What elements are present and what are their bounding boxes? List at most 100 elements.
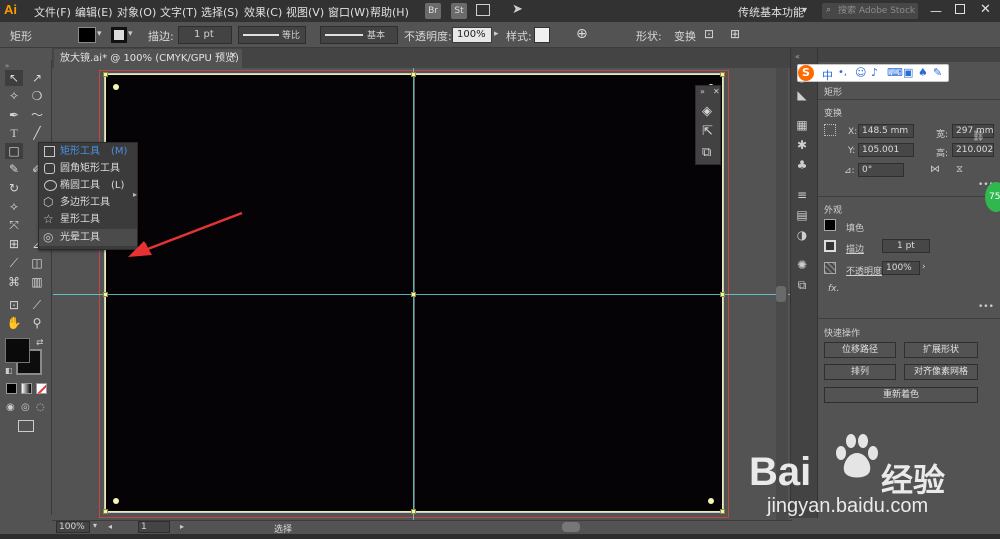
sogou-logo[interactable]: S [798,65,814,81]
offset-path-button[interactable]: 位移路径 [824,342,896,358]
menu-type[interactable]: 文字(T) [160,4,197,20]
menu-select[interactable]: 选择(S) [201,4,239,20]
corner-widget-bl[interactable] [113,498,119,504]
fill-dropdown-icon[interactable]: ▾ [97,29,102,39]
corner-widget-br[interactable] [708,498,714,504]
fill-swatch-panel[interactable] [824,219,836,231]
pen-tool-icon[interactable]: ✒ [5,107,23,123]
ime-punctuation[interactable]: •, [838,67,847,78]
minimize-icon[interactable]: — [930,4,942,18]
eyedropper-tool-icon[interactable]: ⟋ [5,255,23,271]
handle-middle-left[interactable] [103,292,108,297]
recolor-button[interactable]: 重新着色 [824,387,978,403]
menu-window[interactable]: 窗口(W) [328,4,369,20]
export-icon[interactable]: ⇱ [702,124,713,139]
flyout-item-rounded-rectangle[interactable]: 圆角矩形工具 [39,160,137,177]
draw-inside-icon[interactable]: ◌ [36,402,45,413]
slice-tool-icon[interactable]: ⟋ [28,297,46,313]
constrain-proportions-icon[interactable]: ⛓ [972,131,985,142]
zoom-tool-icon[interactable]: ⚲ [28,315,46,331]
next-artboard-icon[interactable]: ▸ [180,522,184,531]
voice-icon[interactable]: ♪ [871,66,878,79]
stroke-panel-icon[interactable]: ≡ [795,188,809,202]
ime-mode[interactable]: 中 [822,67,833,83]
stroke-weight-field[interactable]: 1 pt [178,26,232,44]
x-field[interactable]: 148.5 mm [858,124,914,138]
stroke-dropdown-icon[interactable]: ▾ [128,29,133,39]
align-icon[interactable]: ⊡ [704,27,714,41]
arrange-docs-icon[interactable] [476,4,490,16]
opacity-expand-icon[interactable]: › [922,262,926,272]
prev-artboard-icon[interactable]: ◂ [108,522,112,531]
recolor-icon[interactable]: ⊕ [576,26,588,42]
hand-tool-icon[interactable]: ✋ [5,315,23,331]
bridge-button[interactable]: Br [425,3,441,19]
appearance-icon[interactable]: ✺ [795,258,809,272]
flip-horizontal-icon[interactable]: ⋈ [930,164,940,175]
paintbrush-tool-icon[interactable]: ✎ [5,161,23,177]
handle-middle-right[interactable] [720,292,725,297]
gradient-mode-icon[interactable] [21,383,32,394]
stroke-swatch[interactable] [111,27,127,43]
toolbar-collapse-icon[interactable]: » [5,62,9,70]
swatches-icon[interactable]: ▦ [795,118,809,132]
emoji-icon[interactable]: ☺ [855,66,866,79]
floating-badge[interactable]: 75 [985,182,1000,212]
skin-icon[interactable]: ♠ [918,66,928,79]
curvature-tool-icon[interactable]: 〜 [28,107,46,123]
stroke-profile-select[interactable]: 等比 [238,26,306,44]
handle-bottom-right[interactable] [720,509,725,514]
default-colors-icon[interactable]: ◧ [5,366,13,375]
zoom-field[interactable]: 100% [56,521,90,533]
flyout-tearoff-icon[interactable]: ▸ [133,190,137,199]
symbol-sprayer-tool-icon[interactable]: ⌘ [5,274,23,290]
color-guide-icon[interactable]: ◣ [795,88,809,102]
handle-top-center[interactable] [411,72,416,77]
none-mode-icon[interactable] [36,383,47,394]
y-field[interactable]: 105.001 [858,143,914,157]
workspace-switcher[interactable]: 传统基本功能 [738,4,804,20]
layers-icon[interactable]: ◈ [702,104,712,119]
dock-collapse-icon[interactable]: « [795,52,800,61]
horizontal-guide[interactable] [53,294,790,295]
settings-icon[interactable]: ✎ [933,66,942,79]
selection-tool-icon[interactable]: ↖ [5,70,23,86]
arrange-button[interactable]: 排列 [824,364,896,380]
height-field[interactable]: 210.002 [952,143,994,157]
graphic-styles-icon[interactable]: ⧉ [795,278,809,292]
stroke-weight-panel-field[interactable]: 1 pt [882,239,930,253]
artboard-number-field[interactable]: 1 [138,521,170,533]
opacity-link[interactable]: 不透明度 [846,264,882,277]
menu-view[interactable]: 视图(V) [286,4,324,20]
symbols-icon[interactable]: ♣ [795,158,809,172]
align-pixel-grid-button[interactable]: 对齐像素网格 [904,364,978,380]
collapse-icon[interactable]: » [700,87,705,96]
angle-field[interactable]: 0° [858,163,904,177]
screen-mode-icon[interactable] [18,420,34,432]
flyout-item-ellipse[interactable]: 椭圆工具 (L) [39,177,137,194]
color-mode-icon[interactable] [6,383,17,394]
handle-bottom-center[interactable] [411,509,416,514]
corner-widget-tl[interactable] [113,84,119,90]
draw-behind-icon[interactable]: ◎ [21,402,30,413]
shape-builder-tool-icon[interactable]: ⊞ [5,236,23,252]
stroke-swatch-panel[interactable] [824,240,836,252]
zoom-dropdown-icon[interactable]: ▾ [93,521,97,530]
menu-object[interactable]: 对象(O) [117,4,156,20]
fill-color-box[interactable] [5,338,30,363]
reference-point-icon[interactable] [824,124,836,136]
handle-center[interactable] [411,292,416,297]
flip-vertical-icon[interactable]: ⧖ [956,164,963,175]
handle-bottom-left[interactable] [103,509,108,514]
menu-effect[interactable]: 效果(C) [244,4,282,20]
close-tab-icon[interactable]: × [229,50,237,61]
gradient-panel-icon[interactable]: ▤ [795,208,809,222]
appearance-more-icon[interactable]: ••• [978,302,994,312]
gpu-performance-icon[interactable]: ➤ [512,2,523,17]
toolbox-icon[interactable]: ▣ [903,66,913,79]
blend-tool-icon[interactable]: ◫ [28,255,46,271]
brush-select[interactable]: 基本 [320,26,398,44]
transparency-icon[interactable]: ◑ [795,228,809,242]
stroke-link[interactable]: 描边 [846,242,864,255]
transform-button[interactable]: 变换 [674,28,696,44]
